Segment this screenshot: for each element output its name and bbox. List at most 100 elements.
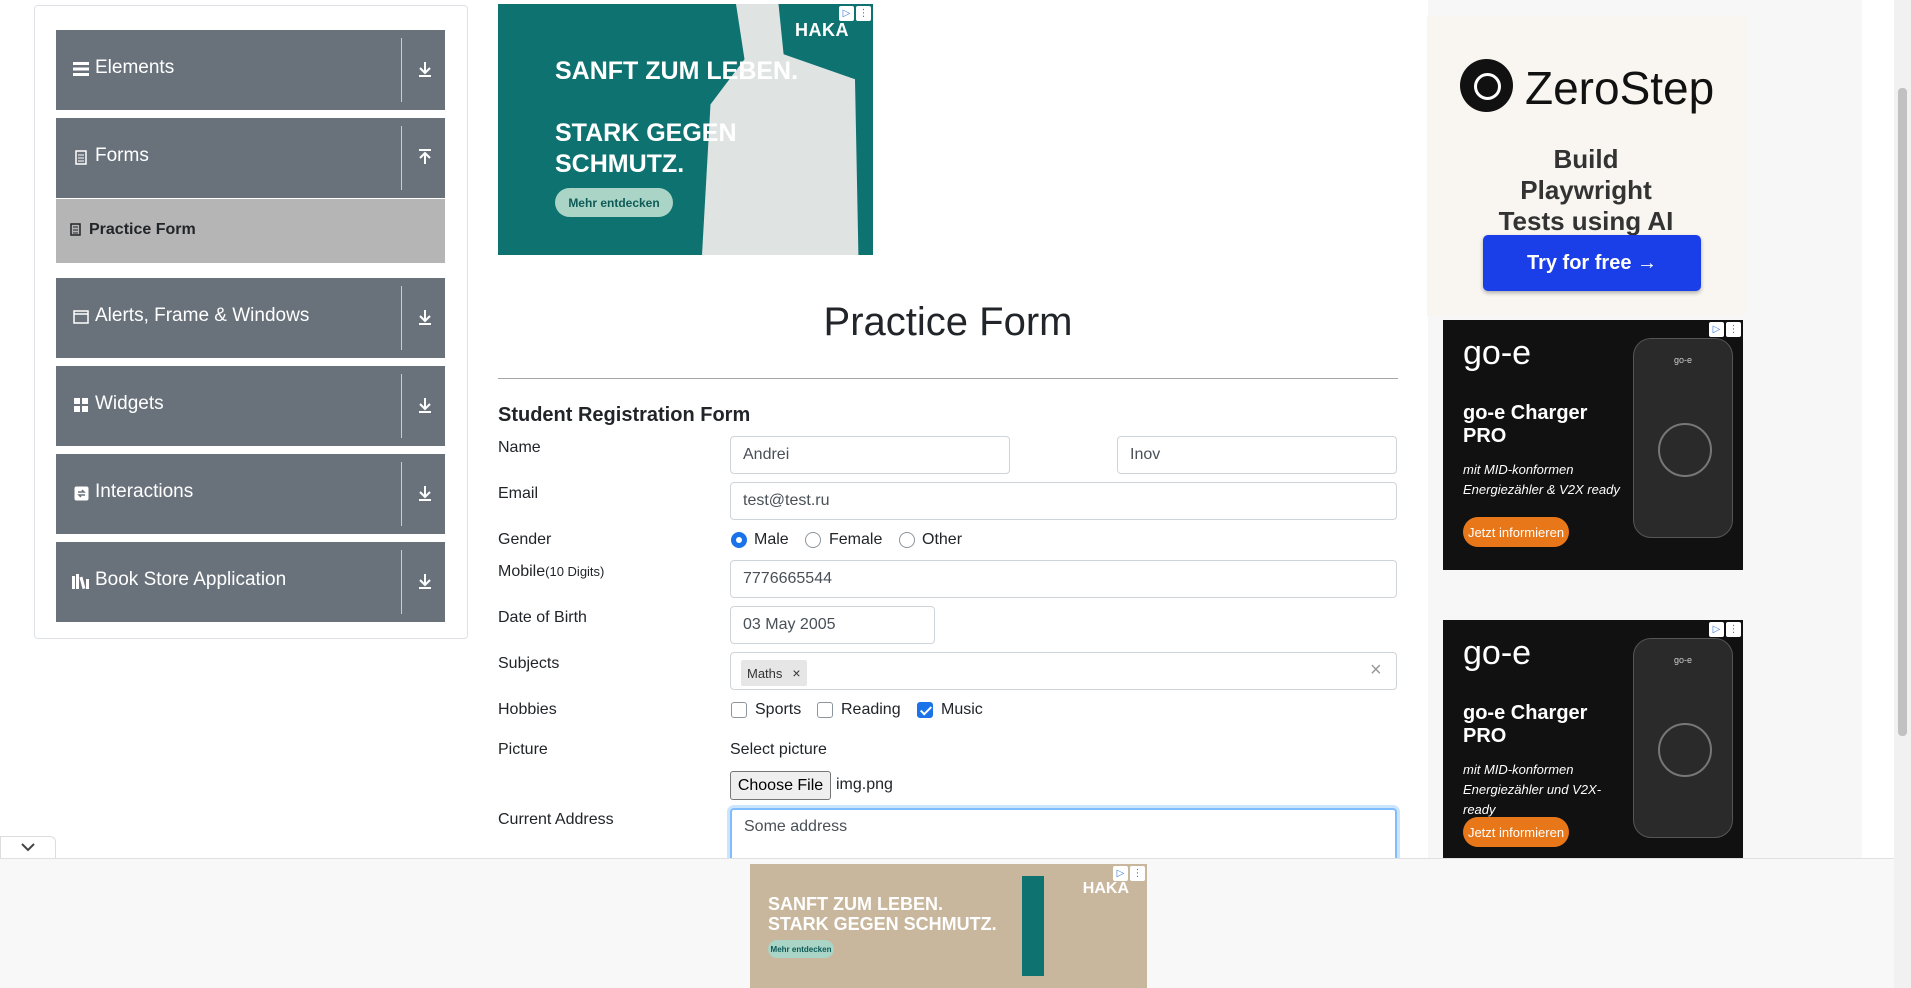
divider [401, 126, 402, 190]
goe-ad[interactable]: go-e go-e go-e Charger PRO mit MID-konfo… [1443, 620, 1743, 860]
zerostep-logo-icon [1460, 59, 1513, 112]
ad-subtext: mit MID-konformen Energiezähler & V2X re… [1463, 462, 1620, 497]
adchoices[interactable]: ▷ ⋮ [1709, 622, 1741, 637]
adchoices[interactable]: ▷ ⋮ [1113, 866, 1145, 881]
subjects-input[interactable] [730, 652, 1397, 690]
gender-option-label[interactable]: Male [754, 531, 789, 549]
ad-image [1022, 876, 1044, 976]
sidebar-group-book-store[interactable]: Book Store Application [56, 542, 445, 622]
divider [401, 286, 402, 350]
divider [401, 38, 402, 102]
books-icon [72, 571, 90, 591]
ad-cta-button[interactable]: Try for free → [1483, 235, 1701, 291]
first-name-input[interactable]: Andrei [730, 436, 1010, 474]
form-icon [72, 147, 90, 167]
last-name-input[interactable]: Inov [1117, 436, 1397, 474]
hobby-checkbox-reading[interactable] [817, 702, 833, 718]
sidebar-group-forms[interactable]: Forms [56, 118, 445, 198]
sidebar-group-label: Widgets [95, 393, 164, 414]
dob-label: Date of Birth [498, 609, 587, 626]
ad-cta-button[interactable]: Jetzt informieren [1463, 817, 1569, 847]
gender-radio-female[interactable] [805, 532, 821, 548]
hobby-option-label[interactable]: Reading [841, 701, 901, 719]
top-banner-ad[interactable]: SANFT ZUM LEBEN. STARK GEGEN SCHMUTZ. HA… [498, 4, 873, 255]
date-of-birth-input[interactable]: 03 May 2005 [730, 606, 935, 644]
ad-headline: STARK GEGEN SCHMUTZ. [555, 119, 737, 178]
goe-ad[interactable]: go-e go-e go-e Charger PRO mit MID-konfo… [1443, 320, 1743, 570]
bottom-banner-ad[interactable]: SANFT ZUM LEBEN. STARK GEGEN SCHMUTZ. Me… [750, 864, 1147, 988]
sidebar-group-elements[interactable]: Elements [56, 30, 445, 110]
remove-subject-icon[interactable]: × [792, 665, 800, 681]
adchoices-icon[interactable]: ▷ [1113, 866, 1128, 881]
adchoices[interactable]: ▷ ⋮ [1709, 322, 1741, 337]
choose-file-button[interactable]: Choose File [730, 771, 831, 800]
ad-close-icon[interactable]: ⋮ [1726, 622, 1741, 637]
gender-label: Gender [498, 531, 552, 548]
ad-brand: go-e [1463, 634, 1532, 672]
page-title: Practice Form [823, 300, 1073, 344]
form-icon [70, 223, 81, 239]
widgets-icon [72, 395, 90, 415]
mobile-label-text: Mobile [498, 563, 546, 580]
sidebar-group-alerts[interactable]: Alerts, Frame & Windows [56, 278, 445, 358]
sidebar-group-label: Interactions [95, 481, 194, 502]
hobby-option-label[interactable]: Music [941, 701, 983, 719]
sidebar-group-label: Elements [95, 57, 175, 78]
name-label: Name [498, 439, 541, 456]
adchoices-icon[interactable]: ▷ [1709, 322, 1724, 337]
ad-close-icon[interactable]: ⋮ [856, 6, 871, 21]
ad-brand: ZeroStep [1525, 62, 1715, 114]
device-logo: go-e [1674, 655, 1693, 665]
hobby-checkbox-sports[interactable] [731, 702, 747, 718]
divider [498, 378, 1398, 379]
download-icon[interactable] [415, 56, 435, 82]
sidebar-group-label: Alerts, Frame & Windows [95, 305, 310, 326]
email-label: Email [498, 485, 539, 502]
picture-label: Picture [498, 741, 548, 758]
ad-cta-button[interactable]: Mehr entdecken [768, 940, 834, 958]
ad-brand: HAKA [1082, 880, 1129, 897]
sidebar-group-widgets[interactable]: Widgets [56, 366, 445, 446]
form-title: Student Registration Form [498, 404, 751, 426]
adchoices-icon[interactable]: ▷ [839, 6, 854, 21]
download-icon[interactable] [415, 480, 435, 506]
sidebar-item-label: Practice Form [89, 221, 196, 238]
mobile-input[interactable]: 7776665544 [730, 560, 1397, 598]
charger-image: go-e [1633, 638, 1733, 838]
divider [401, 462, 402, 526]
download-icon[interactable] [415, 568, 435, 594]
adchoices[interactable]: ▷ ⋮ [839, 6, 871, 21]
adchoices-icon[interactable]: ▷ [1709, 622, 1724, 637]
gender-option-label[interactable]: Other [922, 531, 962, 549]
ad-headline: Build Playwright Tests using AI [1498, 144, 1674, 236]
gender-option-label[interactable]: Female [829, 531, 882, 549]
download-icon[interactable] [415, 392, 435, 418]
address-label: Current Address [498, 811, 614, 828]
gender-radio-male[interactable] [731, 532, 747, 548]
charger-image: go-e [1633, 338, 1733, 538]
hamburger-icon [72, 59, 90, 79]
email-field[interactable]: test@test.ru [730, 482, 1397, 520]
hobby-option-label[interactable]: Sports [755, 701, 801, 719]
ad-cta-button[interactable]: Mehr entdecken [555, 188, 673, 217]
file-name: img.png [836, 776, 893, 793]
mobile-label: Mobile(10 Digits) [498, 563, 604, 581]
chevron-down-icon [21, 843, 35, 852]
clear-subjects-icon[interactable]: × [1370, 659, 1382, 682]
upload-icon[interactable] [415, 144, 435, 170]
ad-headline: go-e Charger PRO [1463, 402, 1588, 447]
hobby-checkbox-music[interactable] [917, 702, 933, 718]
scrollbar-thumb[interactable] [1898, 88, 1907, 736]
window-icon [72, 307, 90, 327]
download-icon[interactable] [415, 304, 435, 330]
ad-close-icon[interactable]: ⋮ [1726, 322, 1741, 337]
collapse-ad-button[interactable] [0, 836, 56, 858]
sidebar-item-practice-form[interactable]: Practice Form [56, 199, 445, 263]
ad-close-icon[interactable]: ⋮ [1130, 866, 1145, 881]
gender-radio-other[interactable] [899, 532, 915, 548]
subject-chip-label: Maths [747, 665, 783, 681]
zerostep-ad[interactable]: ZeroStep Build Playwright Tests using AI… [1427, 16, 1745, 316]
ad-headline: SANFT ZUM LEBEN. STARK GEGEN SCHMUTZ. [768, 894, 997, 934]
sidebar-group-interactions[interactable]: Interactions [56, 454, 445, 534]
ad-cta-button[interactable]: Jetzt informieren [1463, 517, 1569, 547]
